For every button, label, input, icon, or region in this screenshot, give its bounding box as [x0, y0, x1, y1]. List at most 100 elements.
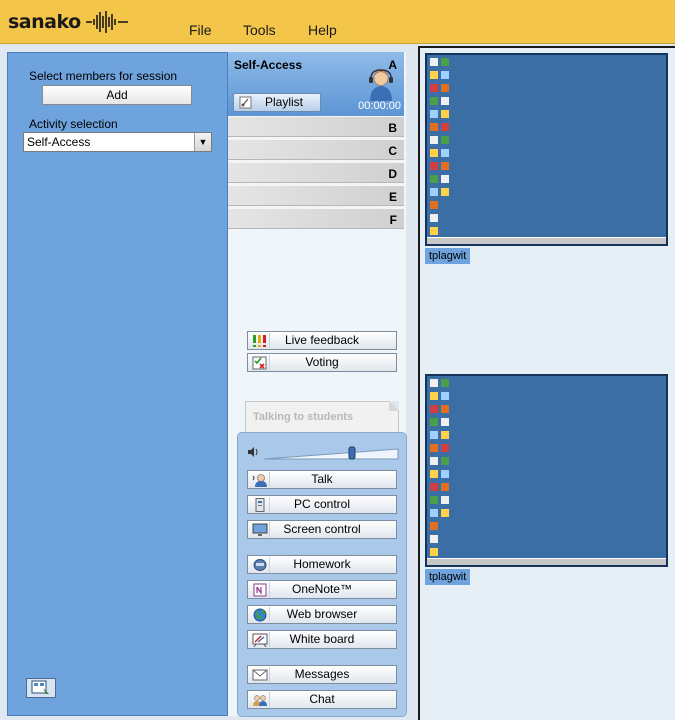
- group-d[interactable]: D: [228, 162, 404, 183]
- messages-label: Messages: [294, 667, 350, 681]
- onenote-icon: [250, 582, 270, 597]
- voting-label: Voting: [305, 355, 339, 369]
- desktop-app-icon: [441, 431, 449, 439]
- playlist-button[interactable]: Playlist: [233, 93, 321, 112]
- group-c-letter: C: [388, 144, 397, 158]
- add-button[interactable]: Add: [42, 85, 192, 105]
- desktop-app-icon: [441, 71, 449, 79]
- menu-tools[interactable]: Tools: [243, 22, 276, 38]
- page-fold: [389, 401, 399, 411]
- desktop-app-icon: [430, 496, 438, 504]
- chevron-down-icon[interactable]: ▼: [194, 133, 211, 151]
- messages-button[interactable]: Messages: [247, 665, 397, 684]
- desktop-app-icon: [430, 379, 438, 387]
- group-c[interactable]: C: [228, 139, 404, 160]
- activity-select[interactable]: Self-Access ▼: [23, 132, 212, 152]
- desktop-app-icon: [441, 379, 449, 387]
- desktop-app-icon: [430, 58, 438, 66]
- chat-icon: [250, 692, 270, 707]
- desktop-app-icon: [430, 431, 438, 439]
- screen-control-icon: [250, 522, 270, 537]
- desktop-app-icon: [441, 188, 449, 196]
- desktop-app-icon: [430, 84, 438, 92]
- activity-selection-label: Activity selection: [29, 117, 118, 131]
- group-b[interactable]: B: [228, 116, 404, 137]
- live-feedback-label: Live feedback: [284, 333, 360, 347]
- volume-icon: [248, 446, 399, 460]
- volume-slider[interactable]: [246, 443, 401, 461]
- screen-control-label: Screen control: [283, 522, 361, 536]
- desktop-app-icon: [441, 457, 449, 465]
- chat-label: Chat: [309, 692, 335, 706]
- menu-help[interactable]: Help: [308, 22, 337, 38]
- group-f-letter: F: [389, 213, 397, 227]
- talking-status-label: Talking to students: [253, 411, 354, 423]
- desktop-app-icon: [441, 175, 449, 183]
- desktop-app-icon: [430, 110, 438, 118]
- envelope-icon: [250, 667, 270, 682]
- desktop-app-icon: [430, 392, 438, 400]
- talk-button[interactable]: Talk: [247, 470, 397, 489]
- voting-icon: [250, 355, 270, 370]
- session-timer: 00:00:00: [358, 100, 401, 112]
- pc-control-button[interactable]: PC control: [247, 495, 397, 514]
- desktop-app-icon: [441, 509, 449, 517]
- onenote-button[interactable]: OneNote™: [247, 580, 397, 599]
- student-screen-thumbnail[interactable]: [425, 53, 668, 246]
- live-feedback-button[interactable]: Live feedback: [247, 331, 397, 350]
- web-browser-button[interactable]: Web browser: [247, 605, 397, 624]
- group-f[interactable]: F: [228, 208, 404, 229]
- desktop-app-icon: [430, 444, 438, 452]
- student-screen-thumbnail[interactable]: [425, 374, 668, 567]
- class-layout-icon[interactable]: [26, 678, 56, 698]
- desktop-app-icon: [441, 162, 449, 170]
- waveform-icon: [85, 11, 128, 33]
- desktop-app-icon: [430, 457, 438, 465]
- desktop-app-icon: [441, 84, 449, 92]
- groups-area: Self-Access A Playlist 00:00:00 B C D E …: [228, 52, 407, 717]
- desktop-app-icon: [430, 97, 438, 105]
- desktop-app-icon: [430, 227, 438, 235]
- student-screen-label[interactable]: tplagwit: [425, 569, 471, 585]
- group-a-title: Self-Access: [234, 58, 303, 72]
- group-a[interactable]: Self-Access A Playlist 00:00:00: [228, 52, 404, 116]
- talk-icon: [250, 472, 270, 487]
- desktop-app-icon: [430, 548, 438, 556]
- sanako-logo: sanako: [8, 8, 130, 36]
- top-bar: sanako File Tools Help: [0, 0, 675, 44]
- homework-icon: [250, 557, 270, 572]
- student-screen-label[interactable]: tplagwit: [425, 248, 471, 264]
- menu-file[interactable]: File: [189, 22, 212, 38]
- desktop-app-icon: [441, 470, 449, 478]
- desktop-app-icon: [430, 123, 438, 131]
- desktop-app-icon: [441, 405, 449, 413]
- desktop-app-icon: [430, 418, 438, 426]
- homework-button[interactable]: Homework: [247, 555, 397, 574]
- desktop-app-icon: [430, 175, 438, 183]
- pc-control-icon: [250, 497, 270, 512]
- live-feedback-icon: [250, 333, 270, 348]
- screen-control-button[interactable]: Screen control: [247, 520, 397, 539]
- taskbar: [427, 558, 666, 565]
- globe-icon: [250, 607, 270, 622]
- desktop-app-icon: [441, 392, 449, 400]
- chat-button[interactable]: Chat: [247, 690, 397, 709]
- desktop-app-icon: [441, 97, 449, 105]
- playlist-icon: [239, 96, 253, 114]
- group-e[interactable]: E: [228, 185, 404, 206]
- desktop-app-icon: [441, 483, 449, 491]
- desktop-app-icon: [430, 470, 438, 478]
- desktop-app-icon: [430, 535, 438, 543]
- group-e-letter: E: [388, 190, 397, 204]
- voting-button[interactable]: Voting: [247, 353, 397, 372]
- logo-text: sanako: [8, 11, 81, 33]
- desktop-app-icon: [441, 444, 449, 452]
- desktop-app-icon: [430, 162, 438, 170]
- desktop-app-icon: [441, 123, 449, 131]
- desktop-app-icon: [441, 136, 449, 144]
- desktop-app-icon: [430, 509, 438, 517]
- group-b-letter: B: [388, 121, 397, 135]
- web-browser-label: Web browser: [286, 607, 358, 621]
- pc-control-label: PC control: [293, 497, 351, 511]
- white-board-button[interactable]: White board: [247, 630, 397, 649]
